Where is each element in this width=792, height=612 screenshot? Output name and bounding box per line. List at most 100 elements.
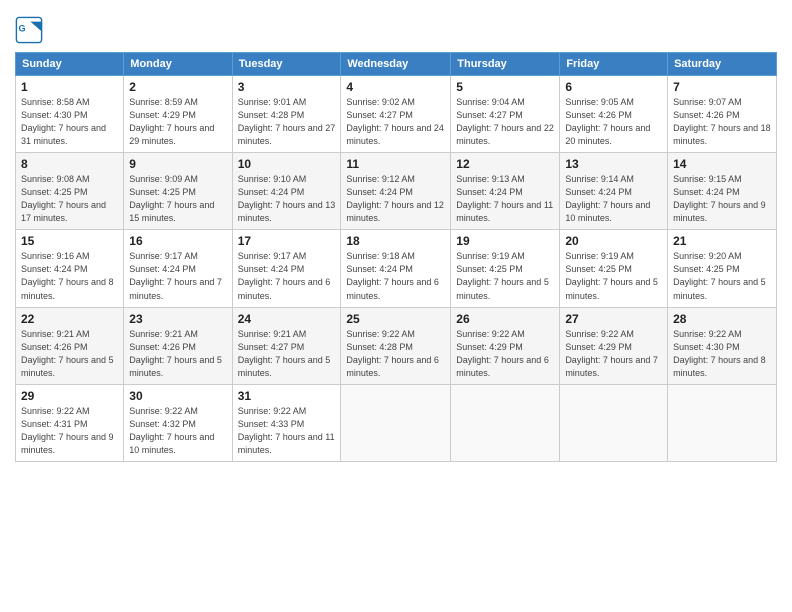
dow-header-wednesday: Wednesday xyxy=(341,53,451,76)
day-info: Sunrise: 9:22 AM Sunset: 4:32 PM Dayligh… xyxy=(129,405,226,457)
day-cell: 15 Sunrise: 9:16 AM Sunset: 4:24 PM Dayl… xyxy=(16,230,124,307)
day-number: 20 xyxy=(565,234,662,248)
day-cell: 12 Sunrise: 9:13 AM Sunset: 4:24 PM Dayl… xyxy=(451,153,560,230)
day-cell xyxy=(341,384,451,461)
day-number: 16 xyxy=(129,234,226,248)
day-cell: 13 Sunrise: 9:14 AM Sunset: 4:24 PM Dayl… xyxy=(560,153,668,230)
day-cell: 7 Sunrise: 9:07 AM Sunset: 4:26 PM Dayli… xyxy=(668,76,777,153)
day-number: 1 xyxy=(21,80,118,94)
day-info: Sunrise: 9:21 AM Sunset: 4:26 PM Dayligh… xyxy=(21,328,118,380)
day-number: 4 xyxy=(346,80,445,94)
day-number: 18 xyxy=(346,234,445,248)
day-of-week-row: SundayMondayTuesdayWednesdayThursdayFrid… xyxy=(16,53,777,76)
week-row-2: 8 Sunrise: 9:08 AM Sunset: 4:25 PM Dayli… xyxy=(16,153,777,230)
day-number: 9 xyxy=(129,157,226,171)
day-cell xyxy=(560,384,668,461)
day-number: 12 xyxy=(456,157,554,171)
day-number: 22 xyxy=(21,312,118,326)
day-info: Sunrise: 8:59 AM Sunset: 4:29 PM Dayligh… xyxy=(129,96,226,148)
day-info: Sunrise: 9:07 AM Sunset: 4:26 PM Dayligh… xyxy=(673,96,771,148)
day-info: Sunrise: 9:19 AM Sunset: 4:25 PM Dayligh… xyxy=(456,250,554,302)
day-info: Sunrise: 9:21 AM Sunset: 4:26 PM Dayligh… xyxy=(129,328,226,380)
day-cell xyxy=(668,384,777,461)
day-info: Sunrise: 9:08 AM Sunset: 4:25 PM Dayligh… xyxy=(21,173,118,225)
day-number: 7 xyxy=(673,80,771,94)
day-cell: 6 Sunrise: 9:05 AM Sunset: 4:26 PM Dayli… xyxy=(560,76,668,153)
day-info: Sunrise: 9:05 AM Sunset: 4:26 PM Dayligh… xyxy=(565,96,662,148)
day-info: Sunrise: 9:22 AM Sunset: 4:31 PM Dayligh… xyxy=(21,405,118,457)
day-number: 14 xyxy=(673,157,771,171)
day-number: 11 xyxy=(346,157,445,171)
day-info: Sunrise: 9:15 AM Sunset: 4:24 PM Dayligh… xyxy=(673,173,771,225)
day-number: 17 xyxy=(238,234,336,248)
day-info: Sunrise: 9:21 AM Sunset: 4:27 PM Dayligh… xyxy=(238,328,336,380)
week-row-4: 22 Sunrise: 9:21 AM Sunset: 4:26 PM Dayl… xyxy=(16,307,777,384)
day-info: Sunrise: 9:18 AM Sunset: 4:24 PM Dayligh… xyxy=(346,250,445,302)
day-info: Sunrise: 9:17 AM Sunset: 4:24 PM Dayligh… xyxy=(129,250,226,302)
day-info: Sunrise: 9:14 AM Sunset: 4:24 PM Dayligh… xyxy=(565,173,662,225)
day-cell: 4 Sunrise: 9:02 AM Sunset: 4:27 PM Dayli… xyxy=(341,76,451,153)
day-cell: 2 Sunrise: 8:59 AM Sunset: 4:29 PM Dayli… xyxy=(124,76,232,153)
dow-header-saturday: Saturday xyxy=(668,53,777,76)
day-cell: 11 Sunrise: 9:12 AM Sunset: 4:24 PM Dayl… xyxy=(341,153,451,230)
day-number: 28 xyxy=(673,312,771,326)
day-cell: 19 Sunrise: 9:19 AM Sunset: 4:25 PM Dayl… xyxy=(451,230,560,307)
day-info: Sunrise: 8:58 AM Sunset: 4:30 PM Dayligh… xyxy=(21,96,118,148)
header: G xyxy=(15,10,777,44)
day-cell: 8 Sunrise: 9:08 AM Sunset: 4:25 PM Dayli… xyxy=(16,153,124,230)
day-info: Sunrise: 9:02 AM Sunset: 4:27 PM Dayligh… xyxy=(346,96,445,148)
day-info: Sunrise: 9:22 AM Sunset: 4:33 PM Dayligh… xyxy=(238,405,336,457)
day-cell: 25 Sunrise: 9:22 AM Sunset: 4:28 PM Dayl… xyxy=(341,307,451,384)
day-cell: 20 Sunrise: 9:19 AM Sunset: 4:25 PM Dayl… xyxy=(560,230,668,307)
day-cell: 26 Sunrise: 9:22 AM Sunset: 4:29 PM Dayl… xyxy=(451,307,560,384)
day-info: Sunrise: 9:16 AM Sunset: 4:24 PM Dayligh… xyxy=(21,250,118,302)
day-cell: 9 Sunrise: 9:09 AM Sunset: 4:25 PM Dayli… xyxy=(124,153,232,230)
day-info: Sunrise: 9:10 AM Sunset: 4:24 PM Dayligh… xyxy=(238,173,336,225)
day-cell: 18 Sunrise: 9:18 AM Sunset: 4:24 PM Dayl… xyxy=(341,230,451,307)
day-cell: 21 Sunrise: 9:20 AM Sunset: 4:25 PM Dayl… xyxy=(668,230,777,307)
day-cell: 31 Sunrise: 9:22 AM Sunset: 4:33 PM Dayl… xyxy=(232,384,341,461)
day-info: Sunrise: 9:22 AM Sunset: 4:30 PM Dayligh… xyxy=(673,328,771,380)
day-number: 27 xyxy=(565,312,662,326)
day-cell xyxy=(451,384,560,461)
day-cell: 30 Sunrise: 9:22 AM Sunset: 4:32 PM Dayl… xyxy=(124,384,232,461)
day-cell: 22 Sunrise: 9:21 AM Sunset: 4:26 PM Dayl… xyxy=(16,307,124,384)
day-info: Sunrise: 9:09 AM Sunset: 4:25 PM Dayligh… xyxy=(129,173,226,225)
day-number: 2 xyxy=(129,80,226,94)
day-cell: 3 Sunrise: 9:01 AM Sunset: 4:28 PM Dayli… xyxy=(232,76,341,153)
day-number: 19 xyxy=(456,234,554,248)
day-cell: 5 Sunrise: 9:04 AM Sunset: 4:27 PM Dayli… xyxy=(451,76,560,153)
day-number: 26 xyxy=(456,312,554,326)
day-number: 10 xyxy=(238,157,336,171)
day-info: Sunrise: 9:01 AM Sunset: 4:28 PM Dayligh… xyxy=(238,96,336,148)
day-number: 23 xyxy=(129,312,226,326)
day-number: 5 xyxy=(456,80,554,94)
day-number: 24 xyxy=(238,312,336,326)
day-cell: 27 Sunrise: 9:22 AM Sunset: 4:29 PM Dayl… xyxy=(560,307,668,384)
dow-header-sunday: Sunday xyxy=(16,53,124,76)
dow-header-monday: Monday xyxy=(124,53,232,76)
day-cell: 28 Sunrise: 9:22 AM Sunset: 4:30 PM Dayl… xyxy=(668,307,777,384)
day-info: Sunrise: 9:19 AM Sunset: 4:25 PM Dayligh… xyxy=(565,250,662,302)
day-number: 30 xyxy=(129,389,226,403)
day-cell: 23 Sunrise: 9:21 AM Sunset: 4:26 PM Dayl… xyxy=(124,307,232,384)
day-info: Sunrise: 9:22 AM Sunset: 4:29 PM Dayligh… xyxy=(565,328,662,380)
calendar: SundayMondayTuesdayWednesdayThursdayFrid… xyxy=(15,52,777,462)
day-number: 15 xyxy=(21,234,118,248)
day-number: 29 xyxy=(21,389,118,403)
day-number: 31 xyxy=(238,389,336,403)
day-cell: 16 Sunrise: 9:17 AM Sunset: 4:24 PM Dayl… xyxy=(124,230,232,307)
week-row-5: 29 Sunrise: 9:22 AM Sunset: 4:31 PM Dayl… xyxy=(16,384,777,461)
day-number: 21 xyxy=(673,234,771,248)
day-cell: 14 Sunrise: 9:15 AM Sunset: 4:24 PM Dayl… xyxy=(668,153,777,230)
dow-header-tuesday: Tuesday xyxy=(232,53,341,76)
dow-header-thursday: Thursday xyxy=(451,53,560,76)
day-info: Sunrise: 9:04 AM Sunset: 4:27 PM Dayligh… xyxy=(456,96,554,148)
day-number: 3 xyxy=(238,80,336,94)
dow-header-friday: Friday xyxy=(560,53,668,76)
week-row-3: 15 Sunrise: 9:16 AM Sunset: 4:24 PM Dayl… xyxy=(16,230,777,307)
day-cell: 24 Sunrise: 9:21 AM Sunset: 4:27 PM Dayl… xyxy=(232,307,341,384)
svg-text:G: G xyxy=(19,23,26,33)
day-number: 13 xyxy=(565,157,662,171)
day-info: Sunrise: 9:22 AM Sunset: 4:28 PM Dayligh… xyxy=(346,328,445,380)
